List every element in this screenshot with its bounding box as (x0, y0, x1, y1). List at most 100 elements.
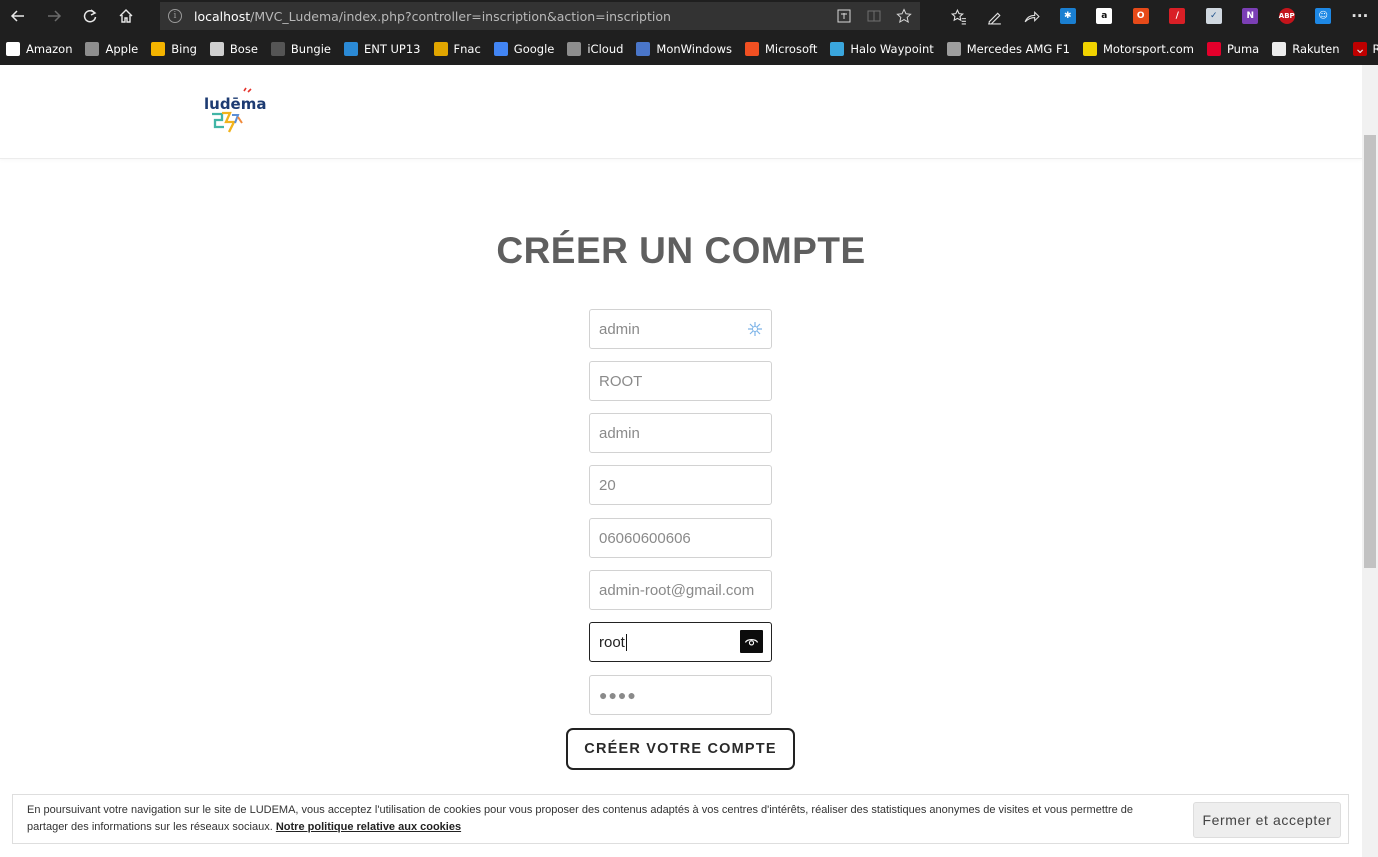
bookmark-label: Halo Waypoint (850, 41, 934, 56)
password-value: root (599, 633, 625, 651)
bookmark-bungie[interactable]: Bungie (270, 41, 331, 56)
bookmark-amazon[interactable]: Amazon (6, 41, 72, 56)
address-url[interactable]: localhost/MVC_Ludema/index.php?controlle… (194, 9, 671, 24)
bookmarks-overflow-chevron-icon[interactable]: ⌄ (1354, 32, 1366, 65)
page-content: ludēma CRÉER UN COMPTE admin ROOT admin … (0, 65, 1362, 857)
svg-text:ludēma: ludēma (204, 95, 266, 113)
extension-pen-tool[interactable]: / (1159, 0, 1196, 32)
site-info-icon[interactable]: i (168, 9, 182, 23)
bookmark-rakuten[interactable]: Rakuten (1272, 41, 1340, 56)
translate-icon[interactable] (834, 6, 854, 26)
bose-icon (209, 41, 224, 56)
text-caret (625, 633, 627, 651)
favorite-star-icon[interactable] (894, 6, 914, 26)
mercedes-icon (946, 41, 961, 56)
bookmark-label: Bose (229, 41, 258, 56)
bookmark-label: ENT UP13 (363, 41, 421, 56)
share-button[interactable] (1013, 0, 1050, 32)
ludema-logo[interactable]: ludēma (202, 87, 266, 137)
firstname-value: admin (599, 424, 640, 442)
page-scrollbar[interactable] (1362, 65, 1378, 857)
bookmark-apple[interactable]: Apple (85, 41, 138, 56)
puma-icon (1206, 41, 1221, 56)
back-button[interactable] (0, 0, 36, 32)
bookmark-label: Puma (1226, 41, 1260, 56)
create-account-button[interactable]: CRÉER VOTRE COMPTE (566, 728, 795, 770)
bookmark-label: Fnac (453, 41, 481, 56)
motorsport-icon (1082, 41, 1097, 56)
address-bar[interactable]: i localhost/MVC_Ludema/index.php?control… (160, 2, 920, 30)
refresh-button[interactable] (72, 0, 108, 32)
bookmark-bose[interactable]: Bose (209, 41, 258, 56)
icloud-icon (567, 41, 582, 56)
back-arrow-icon (10, 10, 24, 22)
extension-amazon[interactable]: a (1086, 0, 1123, 32)
bookmark-label: Motorsport.com (1102, 41, 1194, 56)
pen-icon (988, 12, 1002, 24)
cookie-message: En poursuivant votre navigation sur le s… (27, 804, 1134, 833)
ent-icon (343, 41, 358, 56)
password-confirm-field[interactable]: ●●●● (589, 675, 772, 715)
reveal-password-button[interactable] (740, 630, 763, 653)
apple-icon (85, 41, 100, 56)
feedback-icon: ✓ (1205, 8, 1222, 24)
bookmark-microsoft[interactable]: Microsoft (745, 41, 817, 56)
phone-field[interactable]: 06060600606 (589, 518, 772, 558)
more-menu-button[interactable]: ··· (1342, 0, 1378, 32)
extension-adblock[interactable]: ABP (1269, 0, 1306, 32)
favorites-hub-icon (950, 8, 966, 24)
username-field[interactable]: admin (589, 309, 772, 349)
cookie-banner: En poursuivant votre navigation sur le s… (12, 794, 1349, 844)
snowflake-icon: ✱ (1059, 8, 1076, 24)
address-path: /MVC_Ludema/index.php?controller=inscrip… (250, 8, 671, 24)
email-value: admin-root@gmail.com (599, 581, 755, 599)
firstname-field[interactable]: admin (589, 413, 772, 453)
monwindows-icon (636, 41, 651, 56)
bookmark-google[interactable]: Google (493, 41, 554, 56)
favorites-hub-button[interactable] (940, 0, 977, 32)
age-field[interactable]: 20 (589, 465, 772, 505)
site-header: ludēma (0, 65, 1362, 159)
cookie-text: En poursuivant votre navigation sur le s… (27, 802, 1147, 836)
close-accept-button[interactable]: Fermer et accepter (1193, 802, 1341, 838)
bookmark-icloud[interactable]: iCloud (567, 41, 623, 56)
more-dots-icon: ··· (1351, 7, 1369, 25)
extension-snowflake[interactable]: ✱ (1050, 0, 1087, 32)
scrollbar-thumb[interactable] (1364, 135, 1376, 568)
email-field[interactable]: admin-root@gmail.com (589, 570, 772, 610)
fnac-icon (433, 41, 448, 56)
forward-button[interactable] (36, 0, 72, 32)
lastname-value: ROOT (599, 372, 643, 390)
bookmark-halo-waypoint[interactable]: Halo Waypoint (830, 41, 934, 56)
halo-icon (830, 41, 845, 56)
password-confirm-value: ●●●● (599, 687, 637, 703)
bookmark-label: Mercedes AMG F1 (966, 41, 1070, 56)
cookie-policy-link[interactable]: Notre politique relative aux cookies (276, 821, 461, 833)
bookmark-monwindows[interactable]: MonWindows (636, 41, 732, 56)
bookmark-fnac[interactable]: Fnac (433, 41, 481, 56)
bookmark-mercedes-amg-f1[interactable]: Mercedes AMG F1 (946, 41, 1070, 56)
page-title: CRÉER UN COMPTE (496, 230, 866, 271)
bing-icon (151, 41, 166, 56)
autofill-snowflake-icon[interactable] (746, 320, 764, 338)
extension-onenote[interactable]: N (1232, 0, 1269, 32)
extension-office[interactable]: O (1123, 0, 1160, 32)
home-button[interactable] (108, 0, 144, 32)
bookmark-puma[interactable]: Puma (1206, 41, 1260, 56)
bookmark-motorsport-com[interactable]: Motorsport.com (1082, 41, 1194, 56)
reading-view-icon[interactable] (864, 6, 884, 26)
red-pen-icon: / (1169, 8, 1186, 24)
ghost-icon: ☺ (1315, 8, 1332, 24)
bookmark-ent-up13[interactable]: ENT UP13 (343, 41, 421, 56)
extensions-bar: ✱ a O / ✓ N ABP ☺ ··· (940, 0, 1378, 32)
notes-button[interactable] (977, 0, 1014, 32)
bookmark-label: MonWindows (656, 41, 732, 56)
extension-blue-ghost[interactable]: ☺ (1305, 0, 1342, 32)
adblock-icon: ABP (1278, 8, 1295, 24)
lastname-field[interactable]: ROOT (589, 361, 772, 401)
password-field[interactable]: root (589, 622, 772, 662)
share-icon (1024, 10, 1040, 22)
bookmark-label: Rakuten TV (1372, 41, 1378, 56)
extension-feedback[interactable]: ✓ (1196, 0, 1233, 32)
bookmark-bing[interactable]: Bing (151, 41, 197, 56)
